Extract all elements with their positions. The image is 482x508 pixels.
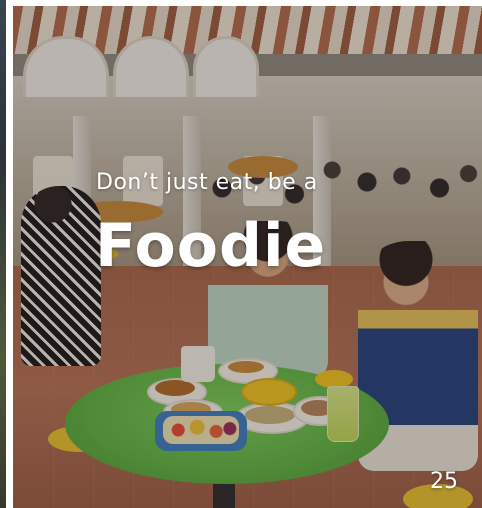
page-number: 25 (430, 469, 458, 494)
slide-tagline: Don’t just eat, be a (96, 170, 318, 195)
slide-frame: Don’t just eat, be a Foodie 25 (0, 0, 482, 508)
slide-headline: Foodie (95, 211, 327, 281)
adjacent-slide-edge (0, 0, 6, 508)
